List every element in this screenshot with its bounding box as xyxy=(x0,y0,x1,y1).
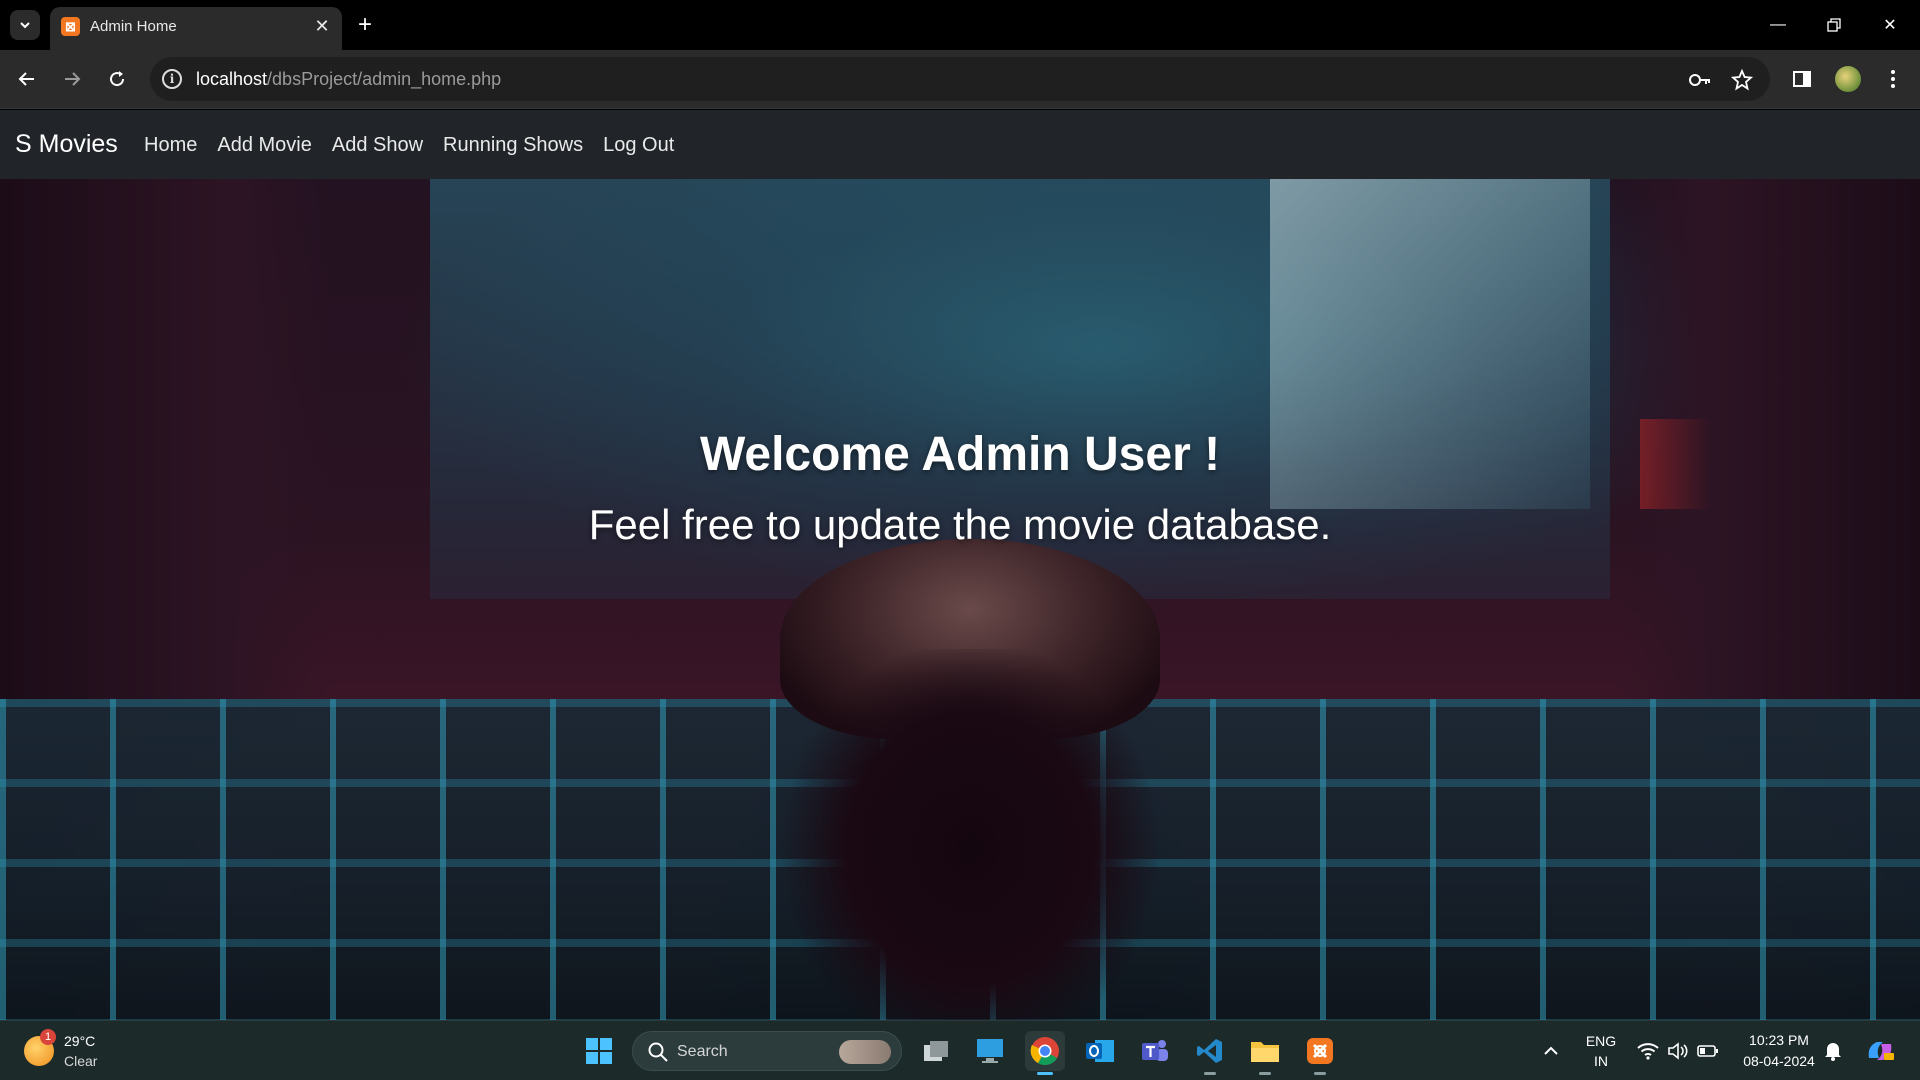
taskbar-app-chrome[interactable] xyxy=(1025,1031,1065,1075)
battery-icon xyxy=(1697,1045,1718,1057)
taskbar-app-outlook[interactable] xyxy=(1080,1031,1120,1071)
tray-overflow-chevron-up-icon[interactable] xyxy=(1533,1031,1569,1071)
notification-bell-icon[interactable] xyxy=(1815,1031,1851,1071)
address-bar[interactable]: i localhost/dbsProject/admin_home.php xyxy=(150,57,1770,101)
taskbar-app-teams[interactable] xyxy=(1135,1031,1175,1071)
task-view-button[interactable] xyxy=(916,1031,956,1071)
window-close-icon[interactable]: ✕ xyxy=(1870,10,1910,40)
tab-close-icon[interactable]: ✕ xyxy=(312,16,332,36)
nav-links: Home Add Movie Add Show Running Shows Lo… xyxy=(144,134,694,157)
side-panel-icon[interactable] xyxy=(1787,64,1817,94)
browser-toolbar: i localhost/dbsProject/admin_home.php xyxy=(0,50,1920,109)
password-key-icon[interactable] xyxy=(1688,68,1712,92)
windows-logo-icon xyxy=(586,1038,612,1064)
brand-logo[interactable]: S Movies xyxy=(15,130,118,159)
hero-title: Welcome Admin User ! xyxy=(699,428,1221,481)
taskbar-app-vscode[interactable] xyxy=(1190,1031,1230,1075)
nav-link-home[interactable]: Home xyxy=(144,134,197,157)
profile-avatar[interactable] xyxy=(1833,64,1863,94)
tab-admin-home[interactable]: ⊠ Admin Home ✕ xyxy=(50,7,342,50)
hero-banner: Welcome Admin User ! Feel free to update… xyxy=(0,179,1920,1020)
minimize-icon[interactable]: — xyxy=(1758,10,1798,40)
windows-taskbar: 1 29°C Clear Search ENG IN 10:23 PM 08-0… xyxy=(0,1020,1920,1080)
running-indicator xyxy=(1259,1072,1271,1075)
folder-icon xyxy=(1251,1042,1279,1062)
bookmark-star-icon[interactable] xyxy=(1730,68,1754,92)
viewer-silhouette xyxy=(760,649,1180,1020)
language-code: ENG xyxy=(1585,1033,1617,1049)
tab-search-button[interactable] xyxy=(10,10,40,40)
tab-title: Admin Home xyxy=(90,18,177,35)
reload-icon[interactable] xyxy=(102,64,132,94)
wifi-icon xyxy=(1637,1043,1659,1060)
search-label: Search xyxy=(677,1043,728,1060)
taskbar-app-file-explorer[interactable] xyxy=(1245,1031,1285,1075)
site-info-icon[interactable]: i xyxy=(162,69,182,89)
chrome-icon xyxy=(1030,1037,1059,1065)
xampp-icon xyxy=(1307,1038,1333,1064)
weather-temperature: 29°C xyxy=(64,1033,96,1049)
copilot-icon[interactable] xyxy=(1860,1031,1900,1071)
search-icon xyxy=(648,1042,668,1062)
xampp-favicon-icon: ⊠ xyxy=(61,17,80,36)
active-indicator xyxy=(1037,1072,1053,1075)
forward-icon[interactable] xyxy=(57,64,87,94)
taskbar-search-box[interactable]: Search xyxy=(632,1031,902,1071)
start-button[interactable] xyxy=(579,1031,619,1071)
restore-icon[interactable] xyxy=(1814,10,1854,40)
clock-time: 10:23 PM xyxy=(1749,1032,1809,1048)
nav-link-log-out[interactable]: Log Out xyxy=(603,134,674,157)
back-icon[interactable] xyxy=(12,64,42,94)
taskbar-app-desktop[interactable] xyxy=(970,1031,1010,1071)
more-menu-icon[interactable] xyxy=(1878,64,1908,94)
monitor-icon xyxy=(977,1039,1003,1063)
teams-icon xyxy=(1142,1040,1168,1061)
clock-date: 08-04-2024 xyxy=(1743,1053,1815,1069)
hero-subtitle: Feel free to update the movie database. xyxy=(588,501,1332,548)
volume-icon xyxy=(1668,1042,1688,1060)
running-indicator xyxy=(1204,1072,1216,1075)
new-tab-button[interactable]: + xyxy=(352,11,378,38)
taskbar-app-xampp[interactable] xyxy=(1300,1031,1340,1075)
vscode-icon xyxy=(1197,1039,1222,1063)
url-text[interactable]: localhost/dbsProject/admin_home.php xyxy=(196,69,501,90)
browser-tab-strip: ⊠ Admin Home ✕ + — ✕ xyxy=(0,0,1920,50)
outlook-icon xyxy=(1086,1040,1114,1062)
language-region: IN xyxy=(1594,1053,1608,1069)
page-viewport: S Movies Home Add Movie Add Show Running… xyxy=(0,110,1920,1020)
quick-settings-tray[interactable] xyxy=(1630,1031,1726,1071)
weather-alert-badge: 1 xyxy=(40,1029,56,1045)
task-view-icon xyxy=(924,1041,948,1061)
running-indicator xyxy=(1314,1072,1326,1075)
nav-link-add-show[interactable]: Add Show xyxy=(332,134,423,157)
chevron-down-icon xyxy=(20,22,30,29)
weather-condition: Clear xyxy=(64,1053,98,1069)
search-highlight-image xyxy=(839,1040,891,1064)
nav-link-add-movie[interactable]: Add Movie xyxy=(217,134,312,157)
nav-link-running-shows[interactable]: Running Shows xyxy=(443,134,583,157)
site-navbar: S Movies Home Add Movie Add Show Running… xyxy=(0,110,1920,179)
